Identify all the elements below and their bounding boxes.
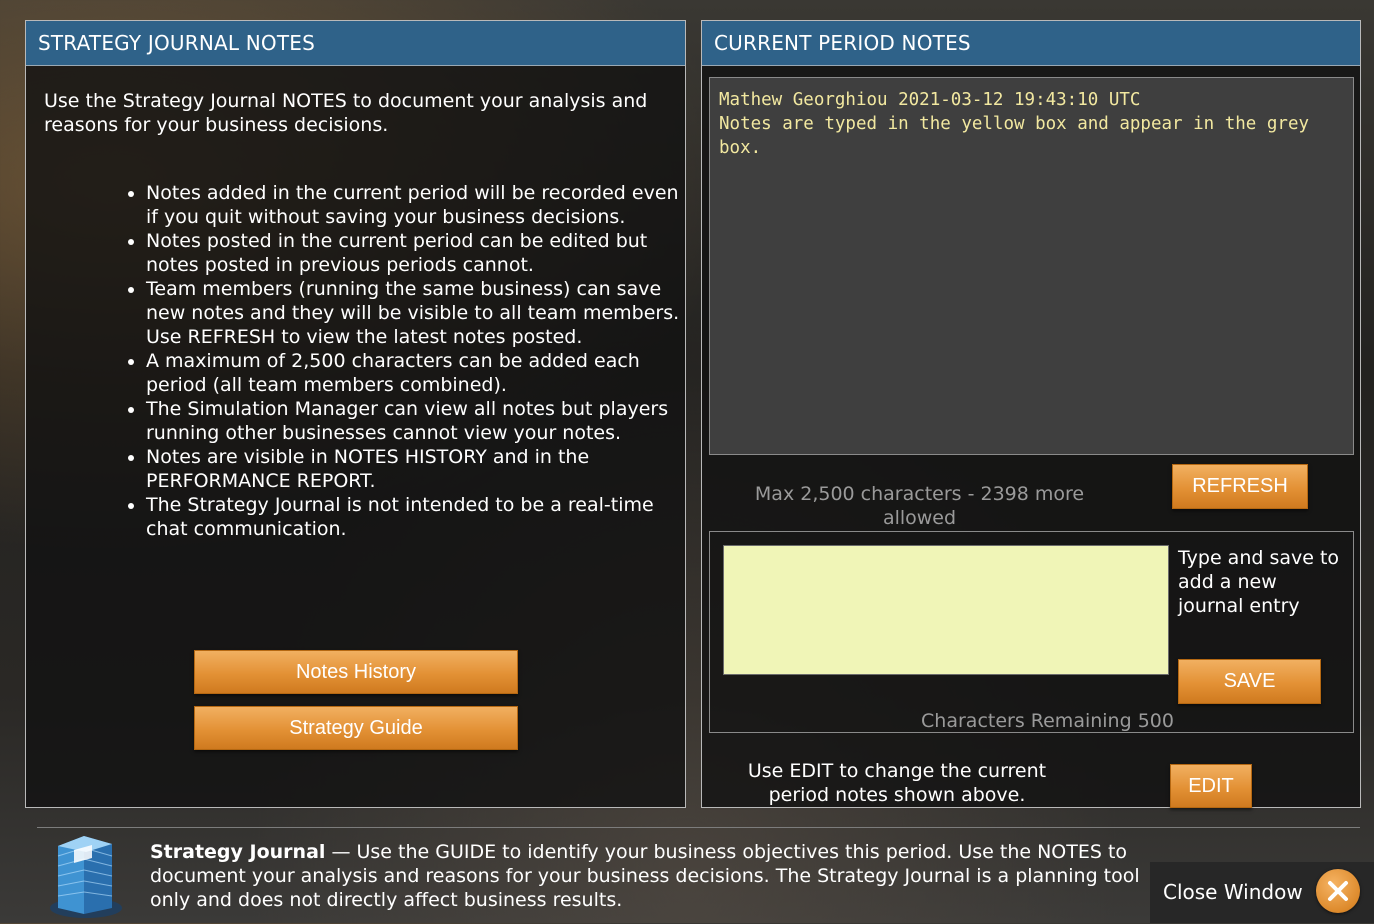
current-period-notes-panel: CURRENT PERIOD NOTES Mathew Georghiou 20…: [701, 20, 1361, 808]
list-item: Team members (running the same business)…: [146, 277, 696, 349]
note-body: Notes are typed in the yellow box and ap…: [719, 114, 1310, 158]
close-window-label: Close Window: [1163, 880, 1303, 904]
list-item: A maximum of 2,500 characters can be add…: [146, 349, 696, 397]
panel-title: CURRENT PERIOD NOTES: [702, 21, 1360, 66]
intro-text: Use the Strategy Journal NOTES to docume…: [44, 90, 648, 136]
max-characters-info: Max 2,500 characters - 2398 more allowed: [754, 483, 1085, 529]
list-item: Notes added in the current period will b…: [146, 181, 696, 229]
refresh-button[interactable]: REFRESH: [1172, 464, 1308, 509]
footer-divider: [37, 827, 1360, 828]
entry-help-text: Type and save to add a new journal entry: [1178, 547, 1340, 617]
footer-description: Strategy Journal — Use the GUIDE to iden…: [150, 840, 1150, 912]
close-icon[interactable]: [1316, 869, 1360, 913]
notes-display[interactable]: Mathew Georghiou 2021-03-12 19:43:10 UTC…: [709, 77, 1354, 455]
new-entry-section: Type and save to add a new journal entry…: [709, 531, 1354, 733]
rules-list: Notes added in the current period will b…: [126, 181, 696, 541]
strategy-journal-panel: STRATEGY JOURNAL NOTES Use the Strategy …: [25, 20, 686, 808]
strategy-guide-button[interactable]: Strategy Guide: [194, 706, 518, 750]
journal-entry-input[interactable]: [723, 545, 1169, 675]
edit-button[interactable]: EDIT: [1170, 764, 1252, 808]
panel-title: STRATEGY JOURNAL NOTES: [26, 21, 685, 66]
list-item: Notes are visible in NOTES HISTORY and i…: [146, 445, 696, 493]
close-window-button[interactable]: Close Window: [1150, 862, 1374, 923]
building-icon: [48, 828, 124, 920]
save-button[interactable]: SAVE: [1178, 659, 1321, 704]
list-item: The Strategy Journal is not intended to …: [146, 493, 696, 541]
footer-title: Strategy Journal: [150, 841, 326, 863]
list-item: Notes posted in the current period can b…: [146, 229, 696, 277]
edit-info-text: Use EDIT to change the current period no…: [747, 760, 1047, 806]
note-header: Mathew Georghiou 2021-03-12 19:43:10 UTC: [719, 90, 1141, 110]
notes-history-button[interactable]: Notes History: [194, 650, 518, 694]
characters-remaining: Characters Remaining 500: [921, 710, 1174, 732]
list-item: The Simulation Manager can view all note…: [146, 397, 696, 445]
